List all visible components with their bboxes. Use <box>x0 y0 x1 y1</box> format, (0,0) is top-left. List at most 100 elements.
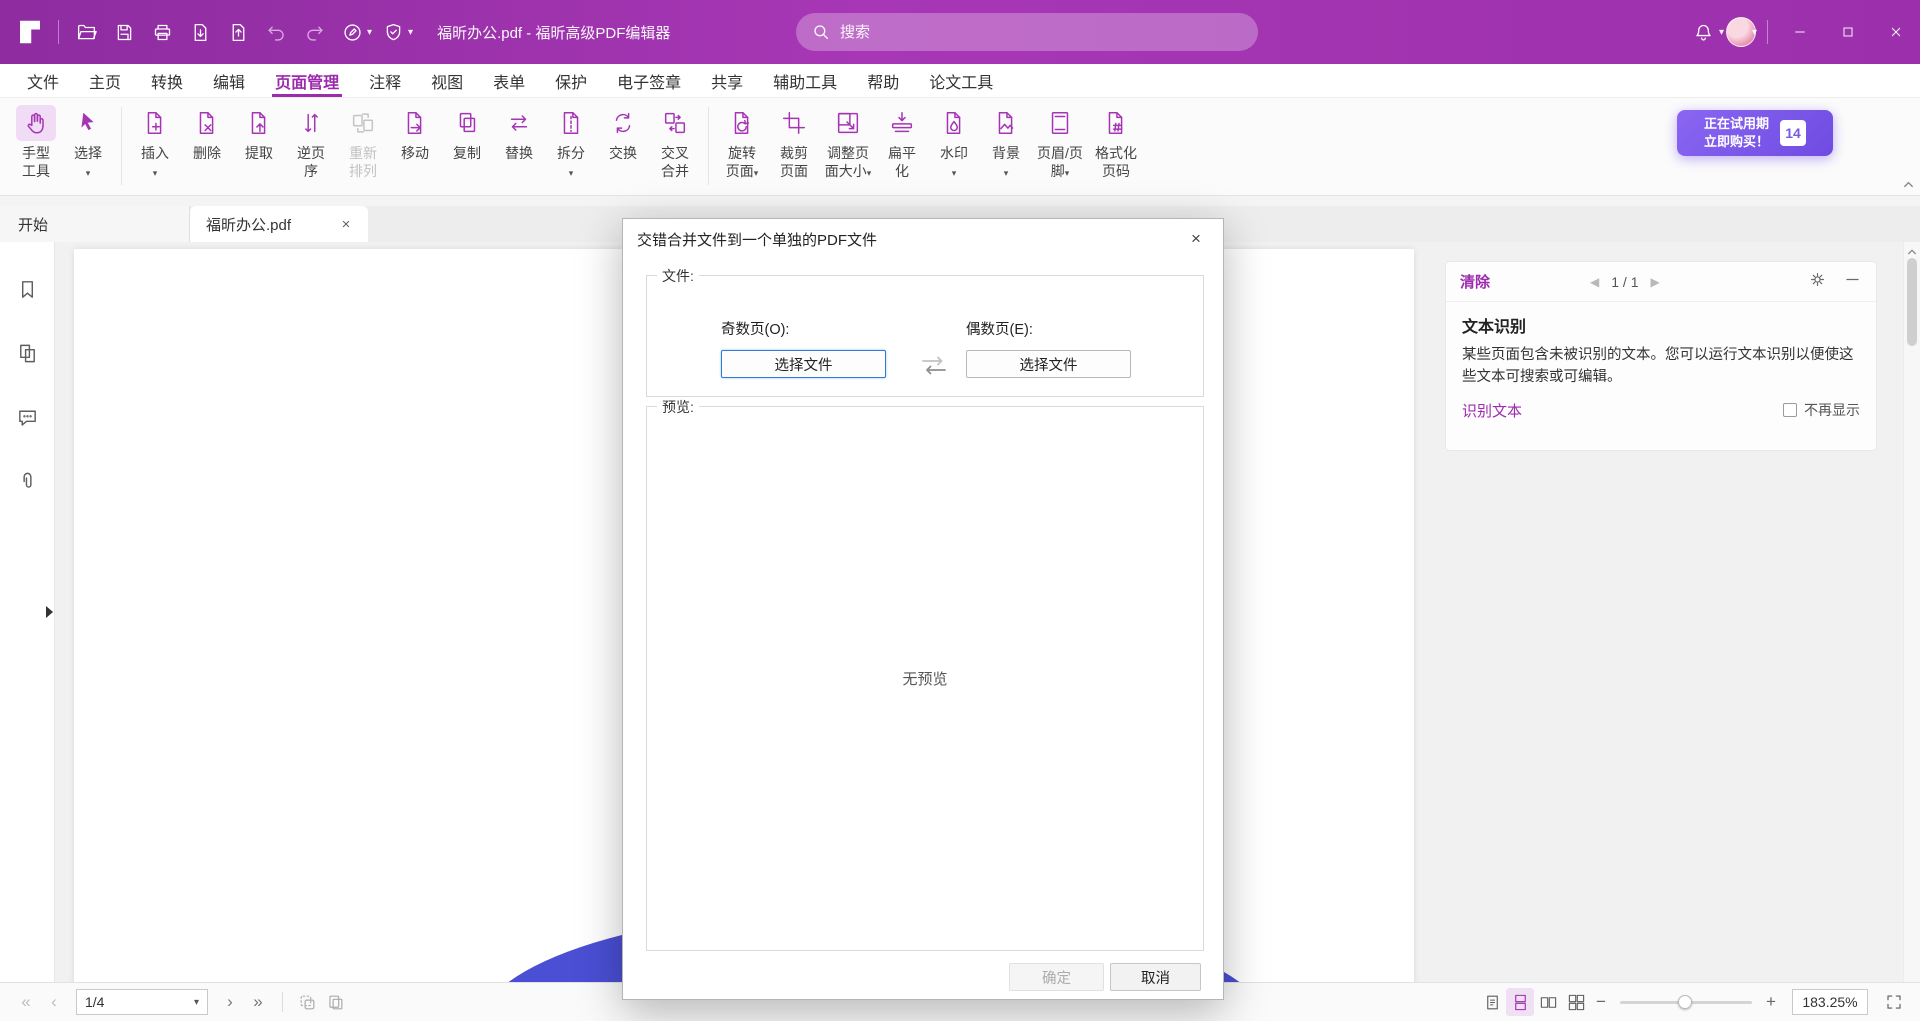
menu-comment[interactable]: 注释 <box>354 64 416 97</box>
menu-share[interactable]: 共享 <box>696 64 758 97</box>
search-box[interactable] <box>796 13 1258 51</box>
print-icon[interactable] <box>143 11 181 53</box>
quick-sign-icon[interactable] <box>333 11 371 53</box>
ok-button[interactable]: 确定 <box>1009 963 1104 991</box>
tab-start[interactable]: 开始 <box>0 206 190 242</box>
files-group-label: 文件: <box>657 266 699 286</box>
pages-panel-icon[interactable] <box>12 338 42 368</box>
ribbon-tool-background[interactable]: 背景▾ <box>983 105 1029 181</box>
ribbon-tool-extract[interactable]: 提取 <box>236 105 282 163</box>
continuous-view-icon[interactable] <box>1506 988 1534 1016</box>
last-page-icon[interactable]: » <box>244 992 272 1012</box>
ribbon-tool-replace[interactable]: 替换 <box>496 105 542 163</box>
save-icon[interactable] <box>105 11 143 53</box>
ribbon-tool-select[interactable]: 选择▾ <box>65 105 111 181</box>
search-input[interactable] <box>840 24 1242 41</box>
export-pdf-icon[interactable] <box>181 11 219 53</box>
ribbon-tool-hand[interactable]: 手型工具 <box>13 105 59 181</box>
collapse-ribbon-icon[interactable] <box>1900 176 1916 192</box>
panel-expand-arrow[interactable] <box>46 606 53 618</box>
zoom-in-icon[interactable]: + <box>1760 992 1782 1012</box>
comments-panel-icon[interactable] <box>12 402 42 432</box>
ribbon-tool-format-page-numbers[interactable]: 格式化页码 <box>1091 105 1141 181</box>
choose-even-file-button[interactable]: 选择文件 <box>966 350 1131 378</box>
prev-notification-icon[interactable]: ◀ <box>1590 275 1599 289</box>
menu-file[interactable]: 文件 <box>12 64 74 97</box>
foxit-logo-icon[interactable] <box>10 12 50 52</box>
menu-page-management[interactable]: 页面管理 <box>260 64 354 97</box>
open-file-icon[interactable] <box>67 11 105 53</box>
undo-icon[interactable] <box>257 11 295 53</box>
menu-home[interactable]: 主页 <box>74 64 136 97</box>
minimize-button[interactable] <box>1776 0 1824 64</box>
ribbon-tool-delete[interactable]: 删除 <box>184 105 230 163</box>
menu-edit[interactable]: 编辑 <box>198 64 260 97</box>
recognize-text-link[interactable]: 识别文本 <box>1462 400 1522 421</box>
cancel-button[interactable]: 取消 <box>1110 963 1201 991</box>
page-number-combo[interactable]: 1/4 ▾ <box>76 989 208 1015</box>
ribbon-tool-swap[interactable]: 交换 <box>600 105 646 163</box>
clipboard-copy-icon[interactable] <box>321 988 349 1016</box>
menu-thesis-tools[interactable]: 论文工具 <box>914 64 1008 97</box>
divider <box>1767 20 1768 44</box>
create-pdf-icon[interactable] <box>219 11 257 53</box>
settings-gear-icon[interactable] <box>1808 270 1827 294</box>
reverse-order-icon <box>291 105 331 141</box>
ribbon-tool-flatten[interactable]: 扁平化 <box>879 105 925 181</box>
chevron-down-icon[interactable]: ▾ <box>1752 27 1757 38</box>
menu-view[interactable]: 视图 <box>416 64 478 97</box>
attachments-panel-icon[interactable] <box>12 466 42 496</box>
ocr-clear-button[interactable]: 清除 <box>1460 271 1490 292</box>
ribbon-tool-rotate-pages[interactable]: 旋转页面▾ <box>719 105 765 181</box>
ribbon-tool-duplicate[interactable]: 复制 <box>444 105 490 163</box>
protect-shield-icon[interactable] <box>374 11 412 53</box>
menu-help[interactable]: 帮助 <box>852 64 914 97</box>
dialog-close-icon[interactable]: × <box>1177 224 1215 254</box>
next-notification-icon[interactable]: ▶ <box>1651 275 1660 289</box>
menu-accessibility[interactable]: 辅助工具 <box>758 64 852 97</box>
ribbon-tool-crop-pages[interactable]: 裁剪页面 <box>771 105 817 181</box>
prev-page-icon[interactable]: ‹ <box>40 992 68 1012</box>
fullscreen-fit-icon[interactable] <box>1880 988 1908 1016</box>
redo-icon[interactable] <box>295 11 333 53</box>
collapse-panel-minus-icon[interactable] <box>1843 270 1862 294</box>
bookmarks-panel-icon[interactable] <box>12 274 42 304</box>
ribbon-tool-reverse-order[interactable]: 逆页序 <box>288 105 334 181</box>
buy-now-trial-button[interactable]: 正在试用期 立即购买！ 14 <box>1677 110 1833 156</box>
dont-show-checkbox[interactable] <box>1783 403 1797 417</box>
swap-files-icon[interactable] <box>909 352 959 380</box>
ribbon-tool-watermark[interactable]: 水印▾ <box>931 105 977 181</box>
zoom-out-icon[interactable]: − <box>1590 992 1612 1012</box>
menu-convert[interactable]: 转换 <box>136 64 198 97</box>
choose-odd-file-button[interactable]: 选择文件 <box>721 350 886 378</box>
ribbon-tool-move[interactable]: 移动 <box>392 105 438 163</box>
chevron-down-icon[interactable]: ▾ <box>1719 27 1724 38</box>
vertical-scrollbar[interactable] <box>1903 242 1920 982</box>
tab-document-active[interactable]: 福昕办公.pdf × <box>190 206 368 242</box>
chevron-down-icon[interactable]: ▾ <box>408 27 413 38</box>
zoom-slider-thumb[interactable] <box>1678 995 1692 1009</box>
menu-protect[interactable]: 保护 <box>540 64 602 97</box>
next-page-icon[interactable]: › <box>216 992 244 1012</box>
chevron-down-icon[interactable]: ▾ <box>367 27 372 38</box>
ribbon-tool-split[interactable]: 拆分▾ <box>548 105 594 181</box>
notifications-bell-icon[interactable] <box>1685 11 1723 53</box>
single-page-view-icon[interactable] <box>1478 988 1506 1016</box>
zoom-level-field[interactable]: 183.25% <box>1792 989 1868 1015</box>
snapshot-icon[interactable] <box>293 988 321 1016</box>
ribbon-tool-header-footer[interactable]: 页眉/页脚▾ <box>1035 105 1085 181</box>
ribbon-tool-resize-pages[interactable]: 调整页面大小▾ <box>823 105 873 181</box>
first-page-icon[interactable]: « <box>12 992 40 1012</box>
ribbon-tool-insert[interactable]: 插入▾ <box>132 105 178 181</box>
maximize-button[interactable] <box>1824 0 1872 64</box>
facing-view-icon[interactable] <box>1534 988 1562 1016</box>
ribbon-tool-interleave-merge[interactable]: 交叉合并 <box>652 105 698 181</box>
delete-page-icon <box>187 105 227 141</box>
facing-continuous-view-icon[interactable] <box>1562 988 1590 1016</box>
zoom-slider[interactable] <box>1620 1001 1752 1004</box>
scrollbar-thumb[interactable] <box>1907 258 1917 346</box>
close-button[interactable] <box>1872 0 1920 64</box>
menu-form[interactable]: 表单 <box>478 64 540 97</box>
tab-close-icon[interactable]: × <box>336 214 356 234</box>
menu-esign[interactable]: 电子签章 <box>602 64 696 97</box>
